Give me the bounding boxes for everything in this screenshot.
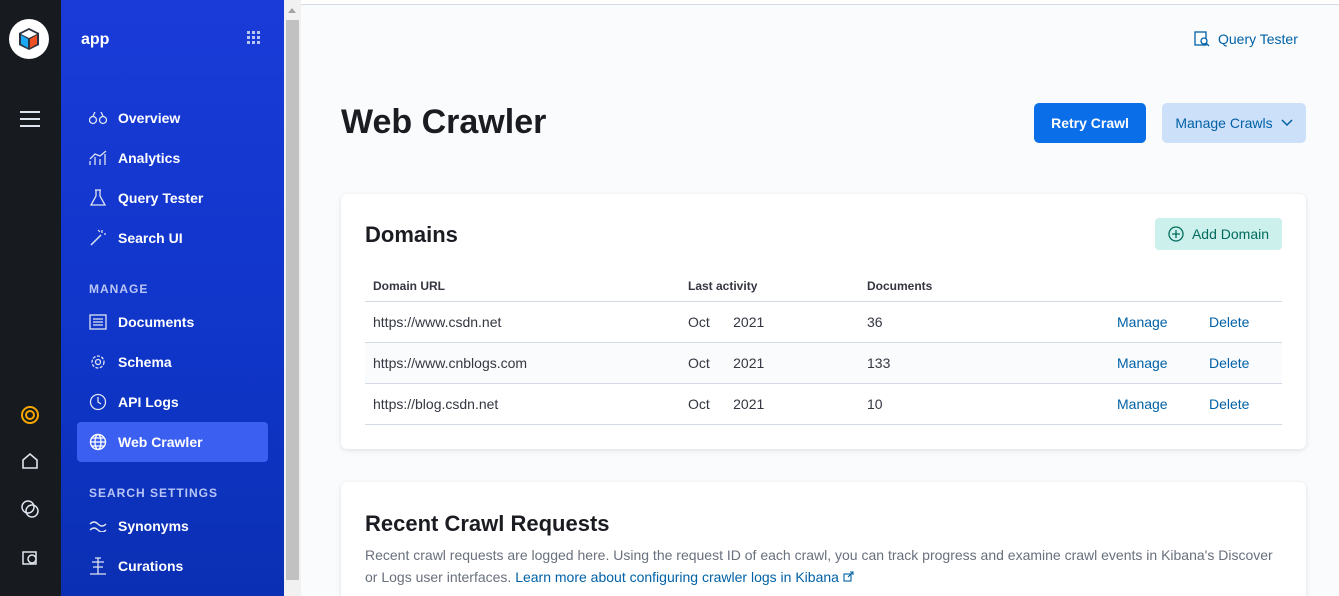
- sidebar-item-search-ui[interactable]: Search UI: [77, 218, 268, 258]
- retry-crawl-button[interactable]: Retry Crawl: [1034, 103, 1146, 143]
- add-domain-label: Add Domain: [1191, 226, 1270, 242]
- query-tester-label: Query Tester: [1218, 31, 1298, 47]
- side-nav: app Overview Analytics Query Tester Sear…: [61, 0, 284, 596]
- table-row: https://blog.csdn.net Oct 2021 10 Manage…: [365, 383, 1282, 425]
- manage-link[interactable]: Manage: [1117, 314, 1168, 330]
- icon-rail: [0, 0, 61, 596]
- menu-icon[interactable]: [15, 104, 45, 134]
- domain-url: https://blog.csdn.net: [365, 383, 680, 425]
- sidebar-item-label: Web Crawler: [118, 434, 203, 450]
- beaker-icon: [89, 189, 107, 207]
- app-name: app: [81, 31, 110, 48]
- sidebar-item-synonyms[interactable]: Synonyms: [77, 506, 268, 546]
- sidebar-item-label: Analytics: [118, 150, 181, 166]
- table-row: https://www.cnblogs.com Oct 2021 133 Man…: [365, 342, 1282, 384]
- curations-icon: [89, 557, 107, 575]
- add-domain-button[interactable]: Add Domain: [1155, 218, 1282, 250]
- sidebar-item-label: Documents: [118, 314, 195, 330]
- recent-title: Recent Crawl Requests: [365, 511, 610, 536]
- sidebar-item-analytics[interactable]: Analytics: [77, 138, 268, 178]
- globe-icon: [89, 433, 107, 451]
- manage-link[interactable]: Manage: [1117, 355, 1168, 371]
- manage-crawls-label: Manage Crawls: [1175, 115, 1273, 131]
- wand-icon: [89, 229, 107, 247]
- analytics-icon: [89, 149, 107, 167]
- domains-panel: Domains Add Domain Domain URL Last activ…: [341, 194, 1306, 449]
- documents-count: 133: [859, 342, 1109, 384]
- domain-url: https://www.csdn.net: [365, 301, 680, 343]
- domains-table: Domain URL Last activity Documents https…: [365, 271, 1282, 425]
- column-header-documents: Documents: [859, 271, 1109, 302]
- sidebar-item-web-crawler[interactable]: Web Crawler: [77, 422, 268, 462]
- manage-link[interactable]: Manage: [1117, 396, 1168, 412]
- query-tester-icon: [1194, 31, 1210, 47]
- chat-icon[interactable]: [15, 494, 45, 524]
- table-row: https://www.csdn.net Oct 2021 36 Manage …: [365, 301, 1282, 343]
- synonyms-icon: [89, 517, 107, 535]
- main-content: Query Tester Web Crawler Retry Crawl Man…: [301, 5, 1339, 596]
- external-link-icon: [843, 569, 854, 585]
- sidebar-item-label: Search UI: [118, 230, 183, 246]
- plus-circle-icon: [1168, 226, 1184, 242]
- search-settings-heading: SEARCH SETTINGS: [89, 486, 219, 500]
- sidebar-item-curations[interactable]: Curations: [77, 546, 268, 586]
- clock-icon: [89, 393, 107, 411]
- column-header-last-activity: Last activity: [680, 271, 859, 302]
- help-icon[interactable]: [15, 400, 45, 430]
- chevron-down-icon: [1281, 119, 1293, 127]
- sidebar-item-overview[interactable]: Overview: [77, 98, 268, 138]
- delete-link[interactable]: Delete: [1209, 314, 1249, 330]
- crawler-logs-link[interactable]: Learn more about configuring crawler log…: [515, 569, 854, 585]
- home-icon[interactable]: [15, 446, 45, 476]
- sidebar-item-documents[interactable]: Documents: [77, 302, 268, 342]
- sidebar-item-label: Overview: [118, 110, 181, 126]
- last-activity: Oct 2021: [680, 342, 859, 384]
- gear-icon: [89, 353, 107, 371]
- scroll-up-arrow-icon[interactable]: [288, 8, 296, 13]
- crawler-logs-link-label: Learn more about configuring crawler log…: [515, 569, 839, 585]
- recent-description: Recent crawl requests are logged here. U…: [365, 544, 1285, 588]
- manage-heading: MANAGE: [89, 282, 149, 296]
- documents-icon: [89, 313, 107, 331]
- sidebar-item-label: Curations: [118, 558, 184, 574]
- settings-icon[interactable]: [15, 542, 45, 572]
- apps-grid-icon[interactable]: [247, 31, 263, 47]
- binoculars-icon: [89, 109, 107, 127]
- sidebar-item-schema[interactable]: Schema: [77, 342, 268, 382]
- sidebar-item-label: Query Tester: [118, 190, 204, 206]
- manage-crawls-button[interactable]: Manage Crawls: [1162, 103, 1306, 143]
- sidebar-item-query-tester[interactable]: Query Tester: [77, 178, 268, 218]
- delete-link[interactable]: Delete: [1209, 396, 1249, 412]
- sidebar-item-api-logs[interactable]: API Logs: [77, 382, 268, 422]
- last-activity: Oct 2021: [680, 383, 859, 425]
- delete-link[interactable]: Delete: [1209, 355, 1249, 371]
- column-header-delete: [1201, 271, 1282, 302]
- domain-url: https://www.cnblogs.com: [365, 342, 680, 384]
- scrollbar-thumb[interactable]: [286, 20, 299, 580]
- documents-count: 36: [859, 301, 1109, 343]
- last-activity: Oct 2021: [680, 301, 859, 343]
- sidebar-item-label: Schema: [118, 354, 172, 370]
- column-header-domain-url: Domain URL: [365, 271, 680, 302]
- page-title: Web Crawler: [341, 103, 547, 141]
- column-header-manage: [1109, 271, 1201, 302]
- documents-count: 10: [859, 383, 1109, 425]
- logo-icon[interactable]: [9, 19, 49, 59]
- domains-title: Domains: [365, 222, 458, 247]
- recent-crawl-requests-panel: Recent Crawl Requests Recent crawl reque…: [341, 482, 1306, 596]
- query-tester-link[interactable]: Query Tester: [1194, 31, 1298, 47]
- sidebar-item-label: Synonyms: [118, 518, 189, 534]
- sidebar-item-label: API Logs: [118, 394, 179, 410]
